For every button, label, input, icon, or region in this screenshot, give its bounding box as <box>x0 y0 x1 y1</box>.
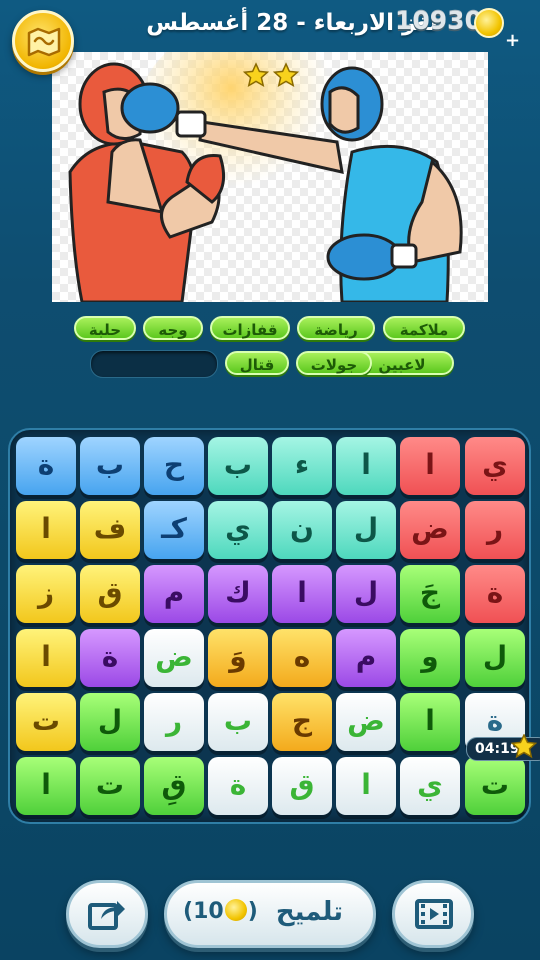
word-chip: ملاكمة <box>383 316 465 340</box>
letter-tile[interactable]: ر <box>465 501 525 559</box>
share-icon <box>88 901 125 930</box>
letter-tile[interactable]: ض <box>336 693 396 751</box>
letter-tile[interactable]: ة <box>16 437 76 495</box>
letter-tile[interactable]: ز <box>16 565 76 623</box>
letter-tile[interactable]: ي <box>208 501 268 559</box>
word-chip: قفازات <box>210 316 290 340</box>
word-chip: جولات <box>296 351 372 375</box>
star-icon <box>242 62 270 87</box>
letter-tile[interactable]: ك <box>208 565 268 623</box>
rating-stars <box>242 62 300 87</box>
letter-tile[interactable]: ت <box>465 757 525 815</box>
letter-tile[interactable]: قِ <box>144 757 204 815</box>
coin-count: 10930 <box>395 6 482 35</box>
letter-tile[interactable]: ب <box>208 693 268 751</box>
letter-tile[interactable]: ل <box>80 693 140 751</box>
letter-tile[interactable]: ا <box>400 437 460 495</box>
letter-tile[interactable]: ر <box>144 693 204 751</box>
letter-tile[interactable]: ت <box>16 693 76 751</box>
add-coins-button[interactable]: + <box>505 30 520 51</box>
letter-tile[interactable]: ح <box>144 437 204 495</box>
star-icon <box>272 62 300 87</box>
hint-button[interactable]: تلميح (10) <box>164 880 376 948</box>
letter-tile[interactable]: ه <box>272 629 332 687</box>
letter-tile[interactable]: ا <box>336 437 396 495</box>
letter-tile[interactable]: ة <box>465 565 525 623</box>
video-reward-button[interactable] <box>392 880 474 948</box>
letter-tile[interactable]: ق <box>272 757 332 815</box>
letter-tile[interactable]: ت <box>80 757 140 815</box>
share-button[interactable] <box>66 880 148 948</box>
letter-tile[interactable]: وَ <box>208 629 268 687</box>
star-icon <box>511 734 537 759</box>
word-chip: وجه <box>143 316 203 340</box>
letter-tile[interactable]: ف <box>80 501 140 559</box>
hint-cost-value: 10 <box>193 899 224 924</box>
current-word-slot <box>90 350 218 378</box>
hint-label: تلميح <box>275 897 343 927</box>
letter-tile[interactable]: ا <box>336 757 396 815</box>
map-icon <box>27 27 61 57</box>
letter-tile[interactable]: م <box>144 565 204 623</box>
coin-icon <box>474 8 504 38</box>
letter-tile[interactable]: كـ <box>144 501 204 559</box>
letter-tile[interactable]: ن <box>272 501 332 559</box>
video-icon <box>415 899 453 929</box>
letter-tile[interactable]: ء <box>272 437 332 495</box>
hint-cost: (10) <box>183 899 258 924</box>
letter-tile[interactable]: ة <box>80 629 140 687</box>
word-chip: رياضة <box>297 316 375 340</box>
letter-tile[interactable]: ا <box>16 629 76 687</box>
letter-tile[interactable]: ا <box>16 501 76 559</box>
letter-tile[interactable]: ب <box>208 437 268 495</box>
letter-tile[interactable]: ي <box>465 437 525 495</box>
letter-tile[interactable]: ي <box>400 757 460 815</box>
letter-tile[interactable]: و <box>400 629 460 687</box>
word-chip: قتال <box>225 351 289 375</box>
letter-tile[interactable]: ل <box>336 501 396 559</box>
letter-tile[interactable]: ض <box>400 501 460 559</box>
letter-tile[interactable]: ا <box>16 757 76 815</box>
letter-tile[interactable]: ل <box>465 629 525 687</box>
letter-tile[interactable]: ب <box>80 437 140 495</box>
letter-tile[interactable]: ا <box>272 565 332 623</box>
letter-tile[interactable]: ض <box>144 629 204 687</box>
map-button[interactable] <box>12 10 74 72</box>
letter-tile[interactable]: جَ <box>400 565 460 623</box>
coin-icon <box>224 899 247 921</box>
letter-tile[interactable]: م <box>336 629 396 687</box>
word-chip: حلبة <box>74 316 136 340</box>
letter-tile[interactable]: ق <box>80 565 140 623</box>
letter-tile[interactable]: ج <box>272 693 332 751</box>
letter-tile[interactable]: ا <box>400 693 460 751</box>
letter-tile[interactable]: ة <box>208 757 268 815</box>
letter-tile[interactable]: ل <box>336 565 396 623</box>
header-bar: لغز الاربعاء - 28 أغسطس 10930 + <box>0 0 540 72</box>
